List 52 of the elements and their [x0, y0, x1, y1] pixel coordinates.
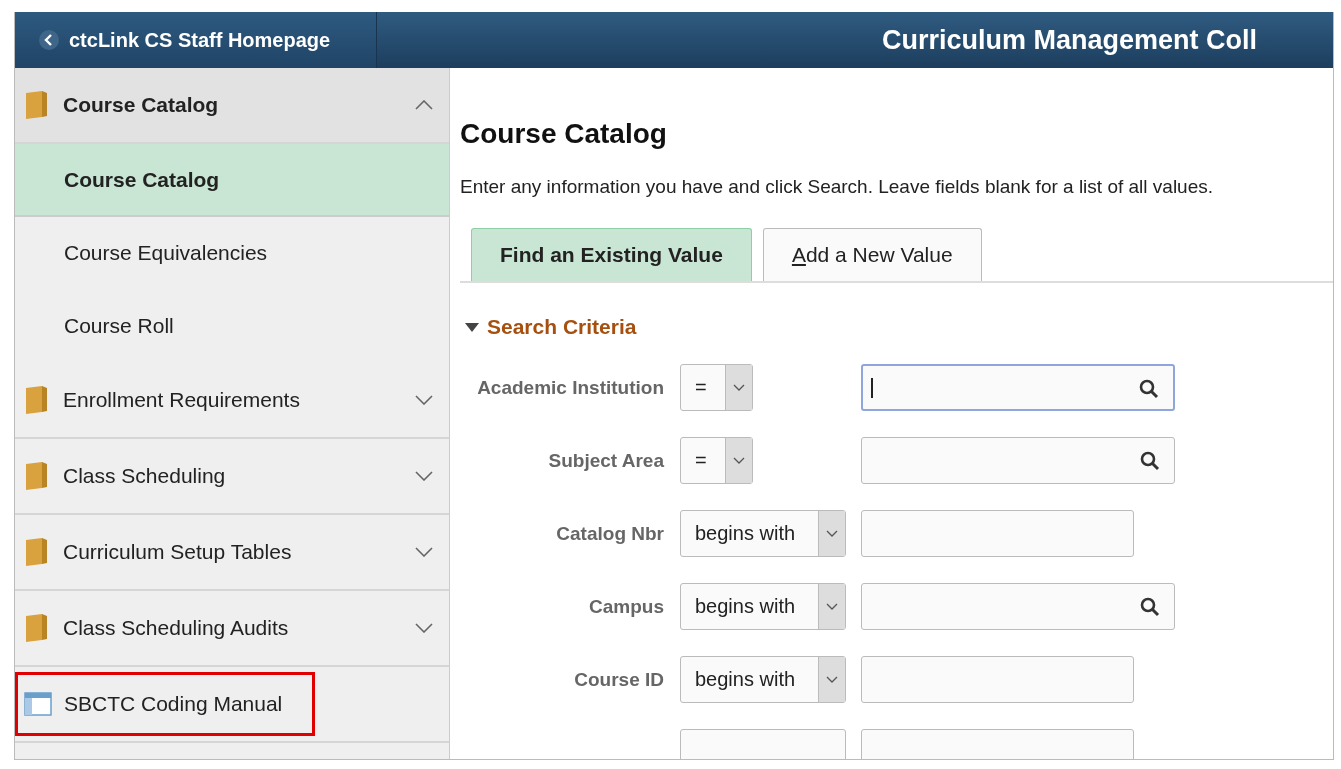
field-label: Campus [588, 595, 665, 618]
search-icon [1140, 597, 1160, 617]
folder-item[interactable]: Curriculum Setup Tables [15, 515, 449, 591]
folder-icon [23, 90, 49, 120]
back-icon [39, 30, 59, 50]
section-toggle[interactable]: Search Criteria [465, 315, 1333, 339]
page-title: Curriculum Management Coll [881, 24, 1257, 56]
operator-dropdown[interactable]: = [680, 437, 753, 484]
search-icon [1139, 379, 1159, 399]
field-label: Course ID [573, 668, 665, 691]
chevron-down-icon [733, 457, 745, 464]
tab[interactable]: Add a New Value [762, 228, 982, 281]
chevron-down-icon [415, 395, 433, 405]
menu-link[interactable]: SBCTC Coding Manual [15, 672, 316, 736]
tab[interactable]: Find an Existing Value [471, 228, 752, 281]
folder-icon [23, 461, 49, 491]
folder-item[interactable]: Class Scheduling [15, 439, 449, 515]
field-label: Subject Area [547, 449, 665, 472]
back-button[interactable]: ctcLink CS Staff Homepage [15, 12, 377, 68]
input-field[interactable] [861, 510, 1134, 557]
folder-item[interactable]: Enrollment Requirements [15, 363, 449, 439]
chevron-down-icon [415, 471, 433, 481]
folder-item[interactable]: Class Scheduling Audits [15, 591, 449, 667]
operator-dropdown[interactable]: begins with [680, 510, 846, 557]
window-icon [24, 692, 52, 716]
menu-item[interactable]: Course Equivalencies [15, 217, 449, 290]
operator-dropdown[interactable]: begins with [680, 656, 846, 703]
folder-item[interactable]: Course Catalog [15, 68, 449, 144]
chevron-down-icon [415, 623, 433, 633]
menu-item[interactable]: Course Catalog [15, 144, 449, 217]
input-field[interactable] [861, 437, 1175, 484]
field-label: Catalog Nbr [555, 522, 665, 545]
chevron-down-icon [415, 547, 433, 557]
menu-item[interactable]: Course Roll [15, 290, 449, 363]
operator-dropdown[interactable]: begins with [680, 583, 846, 630]
folder-icon [23, 613, 49, 643]
folder-icon [23, 385, 49, 415]
triangle-icon [465, 322, 479, 332]
chevron-down-icon [826, 530, 838, 537]
chevron-up-icon [415, 100, 433, 110]
folder-icon [23, 537, 49, 567]
operator-dropdown[interactable]: = [680, 364, 753, 411]
chevron-down-icon [826, 676, 838, 683]
chevron-down-icon [733, 384, 745, 391]
instructions-text: Enter any information you have and click Search. Leave fields blank for a list of all values. [460, 176, 1214, 198]
page-heading: Course Catalog [460, 118, 668, 150]
input-field[interactable] [861, 656, 1134, 703]
chevron-down-icon [826, 603, 838, 610]
field-label: Academic Institution [476, 376, 665, 399]
input-field[interactable] [861, 583, 1175, 630]
input-field[interactable] [861, 364, 1175, 411]
search-icon [1140, 451, 1160, 471]
